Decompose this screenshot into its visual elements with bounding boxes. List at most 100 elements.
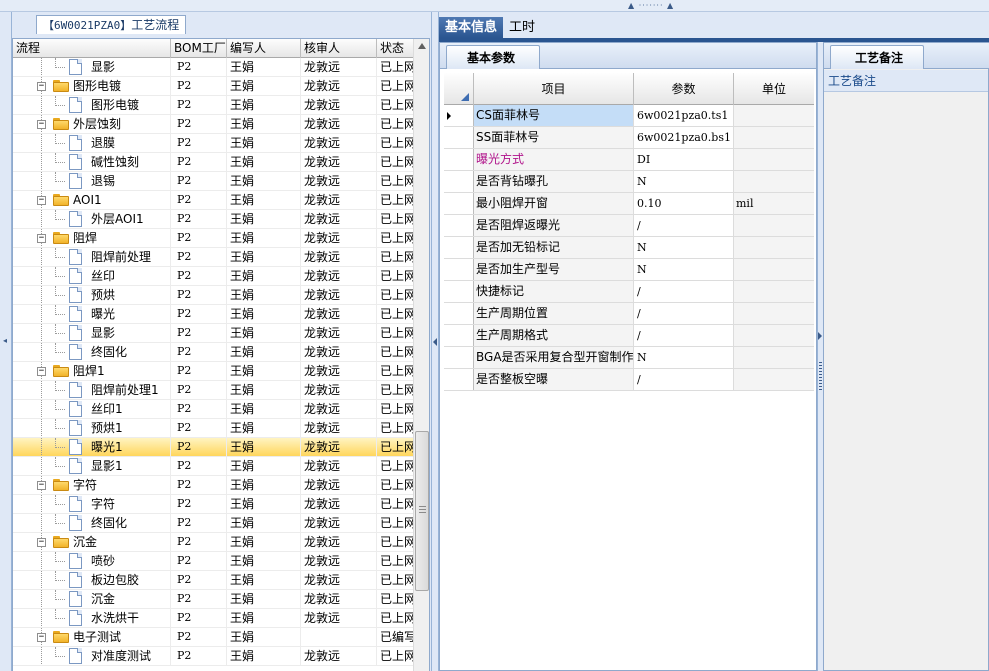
tree-node[interactable]: − 阻焊1 <box>13 362 171 380</box>
param-value-cell[interactable]: / <box>634 281 734 302</box>
tree-step-row[interactable]: 曝光 P2 王娟 龙敦远 已上网 <box>13 305 413 324</box>
tree-step-row[interactable]: 丝印 P2 王娟 龙敦远 已上网 <box>13 267 413 286</box>
param-item-cell[interactable]: 最小阻焊开窗 <box>474 193 634 214</box>
tree-step-row[interactable]: 外层AOI1 P2 王娟 龙敦远 已上网 <box>13 210 413 229</box>
tree-step-row[interactable]: 预烘 P2 王娟 龙敦远 已上网 <box>13 286 413 305</box>
scroll-up-icon[interactable] <box>418 43 426 49</box>
tree-step-row[interactable]: 对准度测试 P2 王娟 龙敦远 已上网 <box>13 647 413 666</box>
collapse-icon[interactable]: − <box>37 538 46 547</box>
process-notes-field[interactable]: 工艺备注 <box>824 70 988 92</box>
scroll-thumb[interactable] <box>415 431 429 591</box>
tree-node[interactable]: − 阻焊 <box>13 229 171 247</box>
tree-group-row[interactable]: − AOI1 P2 王娟 龙敦远 已上网 <box>13 191 413 210</box>
param-value-cell[interactable]: N <box>634 237 734 258</box>
tree-node[interactable]: − AOI1 <box>13 191 171 209</box>
left-collapse-strip[interactable]: ◂ <box>0 12 12 671</box>
tree-group-row[interactable]: − 沉金 P2 王娟 龙敦远 已上网 <box>13 533 413 552</box>
tree-step-row[interactable]: 喷砂 P2 王娟 龙敦远 已上网 <box>13 552 413 571</box>
tab-process-notes[interactable]: 工艺备注 <box>830 45 924 69</box>
tree-node[interactable]: 字符 <box>13 495 171 513</box>
tree-node[interactable]: 退锡 <box>13 172 171 190</box>
tree-node[interactable]: − 电子测试 <box>13 628 171 646</box>
tree-step-row[interactable]: 沉金 P2 王娟 龙敦远 已上网 <box>13 590 413 609</box>
param-row[interactable]: SS面菲林号 6w0021pza0.bs1 <box>444 127 814 149</box>
tree-step-row[interactable]: 曝光1 P2 王娟 龙敦远 已上网 <box>13 438 413 457</box>
tree-step-row[interactable]: 显影 P2 王娟 龙敦远 已上网 <box>13 58 413 77</box>
tree-node[interactable]: 终固化 <box>13 343 171 361</box>
tree-group-row[interactable]: − 图形电镀 P2 王娟 龙敦远 已上网 <box>13 77 413 96</box>
param-unit-cell[interactable] <box>734 171 814 192</box>
tree-node[interactable]: 终固化 <box>13 514 171 532</box>
collapse-icon[interactable]: − <box>37 481 46 490</box>
main-splitter[interactable] <box>431 12 439 671</box>
param-row[interactable]: CS面菲林号 6w0021pza0.ts1 <box>444 105 814 127</box>
param-unit-cell[interactable] <box>734 237 814 258</box>
tree-node[interactable]: 阻焊前处理 <box>13 248 171 266</box>
param-row[interactable]: 是否加无铅标记 N <box>444 237 814 259</box>
collapse-icon[interactable]: − <box>37 196 46 205</box>
column-header-unit[interactable]: 单位 <box>734 73 814 105</box>
row-header[interactable] <box>444 193 474 214</box>
param-row[interactable]: 生产周期格式 / <box>444 325 814 347</box>
param-row[interactable]: 是否背钻曝孔 N <box>444 171 814 193</box>
tree-node[interactable]: − 图形电镀 <box>13 77 171 95</box>
tree-node[interactable]: 板边包胶 <box>13 571 171 589</box>
tree-node[interactable]: 显影 <box>13 324 171 342</box>
param-unit-cell[interactable] <box>734 281 814 302</box>
tab-basic-info[interactable]: 基本信息 <box>439 17 504 38</box>
tree-step-row[interactable]: 终固化 P2 王娟 龙敦远 已上网 <box>13 514 413 533</box>
param-row[interactable]: 是否阻焊返曝光 / <box>444 215 814 237</box>
tree-group-row[interactable]: − 外层蚀刻 P2 王娟 龙敦远 已上网 <box>13 115 413 134</box>
param-value-cell[interactable]: / <box>634 215 734 236</box>
param-item-cell[interactable]: 是否整板空曝 <box>474 369 634 390</box>
tree-node[interactable]: 喷砂 <box>13 552 171 570</box>
row-header[interactable] <box>444 303 474 324</box>
tree-node[interactable]: 阻焊前处理1 <box>13 381 171 399</box>
param-item-cell[interactable]: 是否加无铅标记 <box>474 237 634 258</box>
param-unit-cell[interactable] <box>734 105 814 126</box>
param-value-cell[interactable]: / <box>634 325 734 346</box>
tree-node[interactable]: 丝印 <box>13 267 171 285</box>
tree-step-row[interactable]: 阻焊前处理1 P2 王娟 龙敦远 已上网 <box>13 381 413 400</box>
tree-step-row[interactable]: 图形电镀 P2 王娟 龙敦远 已上网 <box>13 96 413 115</box>
param-unit-cell[interactable] <box>734 347 814 368</box>
tree-node[interactable]: − 外层蚀刻 <box>13 115 171 133</box>
tree-step-row[interactable]: 显影1 P2 王娟 龙敦远 已上网 <box>13 457 413 476</box>
tree-node[interactable]: 对准度测试 <box>13 647 171 665</box>
param-row[interactable]: 曝光方式 DI <box>444 149 814 171</box>
row-header[interactable] <box>444 281 474 302</box>
param-row[interactable]: 生产周期位置 / <box>444 303 814 325</box>
tree-step-row[interactable]: 字符 P2 王娟 龙敦远 已上网 <box>13 495 413 514</box>
tree-step-row[interactable]: 退膜 P2 王娟 龙敦远 已上网 <box>13 134 413 153</box>
tree-step-row[interactable]: 板边包胶 P2 王娟 龙敦远 已上网 <box>13 571 413 590</box>
row-header[interactable] <box>444 171 474 192</box>
tree-step-row[interactable]: 退锡 P2 王娟 龙敦远 已上网 <box>13 172 413 191</box>
row-header[interactable] <box>444 237 474 258</box>
param-item-cell[interactable]: CS面菲林号 <box>474 105 634 126</box>
param-item-cell[interactable]: 是否阻焊返曝光 <box>474 215 634 236</box>
tree-node[interactable]: 显影1 <box>13 457 171 475</box>
column-header-reviewer[interactable]: 核审人 <box>301 39 377 58</box>
row-header[interactable] <box>444 369 474 390</box>
tree-node[interactable]: 显影 <box>13 58 171 76</box>
param-value-cell[interactable]: 6w0021pza0.bs1 <box>634 127 734 148</box>
tab-work-hours[interactable]: 工时 <box>503 17 541 38</box>
collapse-icon[interactable]: − <box>37 367 46 376</box>
tree-group-row[interactable]: − 阻焊1 P2 王娟 龙敦远 已上网 <box>13 362 413 381</box>
column-header-bom[interactable]: BOM工厂 <box>171 39 227 58</box>
tree-step-row[interactable]: 阻焊前处理 P2 王娟 龙敦远 已上网 <box>13 248 413 267</box>
param-row[interactable]: 是否加生产型号 N <box>444 259 814 281</box>
tree-step-row[interactable]: 显影 P2 王娟 龙敦远 已上网 <box>13 324 413 343</box>
param-item-cell[interactable]: 快捷标记 <box>474 281 634 302</box>
param-unit-cell[interactable] <box>734 325 814 346</box>
row-header[interactable] <box>444 105 474 126</box>
row-header[interactable] <box>444 127 474 148</box>
tree-group-row[interactable]: − 电子测试 P2 王娟 已编写 <box>13 628 413 647</box>
tree-group-row[interactable]: − 字符 P2 王娟 龙敦远 已上网 <box>13 476 413 495</box>
tree-node[interactable]: 预烘 <box>13 286 171 304</box>
tree-node[interactable]: 曝光1 <box>13 438 171 456</box>
tree-node[interactable]: 沉金 <box>13 590 171 608</box>
row-header[interactable] <box>444 149 474 170</box>
param-value-cell[interactable]: 0.10 <box>634 193 734 214</box>
tree-node[interactable]: 退膜 <box>13 134 171 152</box>
